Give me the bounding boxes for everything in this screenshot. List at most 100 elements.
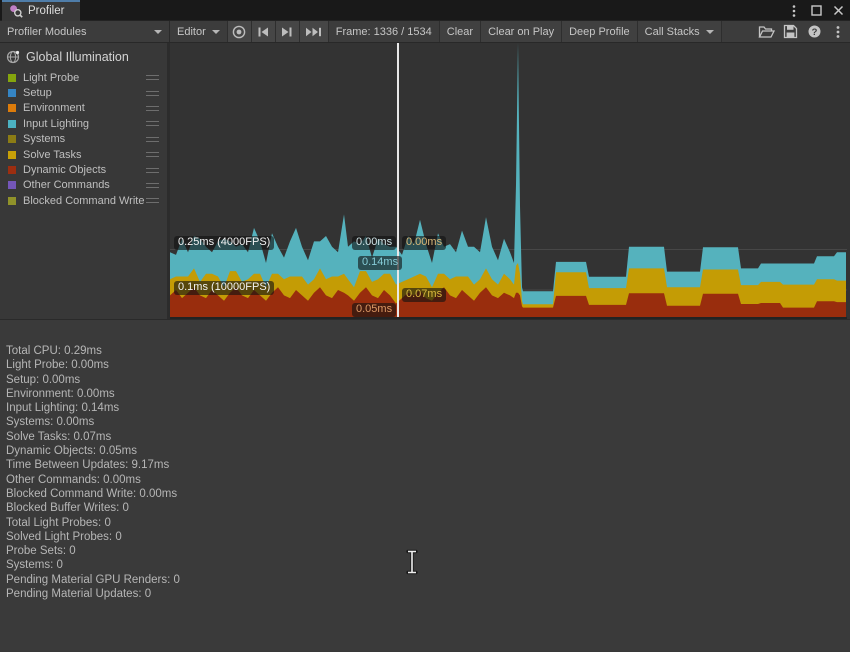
chart-pane: Global Illumination Light Probe Setup En… bbox=[0, 43, 850, 319]
current-frame-icon bbox=[304, 24, 324, 40]
detail-stat-line: Setup: 0.00ms bbox=[6, 373, 850, 387]
help-icon: ? bbox=[807, 24, 822, 39]
series-label: Solve Tasks bbox=[23, 149, 146, 161]
window-menu-button[interactable] bbox=[786, 3, 802, 19]
chevron-down-icon bbox=[706, 30, 714, 34]
drag-handle-icon[interactable] bbox=[146, 75, 159, 80]
detail-stat-line: Input Lighting: 0.14ms bbox=[6, 401, 850, 415]
tab-active-accent bbox=[2, 0, 80, 2]
series-label: Other Commands bbox=[23, 179, 146, 191]
series-label: Input Lighting bbox=[23, 118, 146, 130]
context-menu-button[interactable] bbox=[826, 21, 850, 42]
module-title: Global Illumination bbox=[26, 50, 129, 64]
record-button[interactable] bbox=[228, 21, 252, 42]
detail-stat-line: Time Between Updates: 9.17ms bbox=[6, 458, 850, 472]
detail-stat-line: Solve Tasks: 0.07ms bbox=[6, 430, 850, 444]
chevron-down-icon bbox=[212, 30, 220, 34]
profiler-toolbar: Profiler Modules Editor bbox=[0, 21, 850, 43]
legend-item[interactable]: Setup bbox=[0, 85, 167, 100]
detail-stat-line: Other Commands: 0.00ms bbox=[6, 473, 850, 487]
series-color-chip bbox=[8, 197, 16, 205]
drag-handle-icon[interactable] bbox=[146, 106, 159, 111]
tab-profiler[interactable]: Profiler bbox=[2, 0, 80, 21]
series-label: Blocked Command Write bbox=[23, 195, 146, 207]
legend-item[interactable]: Blocked Command Write bbox=[0, 193, 167, 208]
drag-handle-icon[interactable] bbox=[146, 198, 159, 203]
call-stacks-label: Call Stacks bbox=[645, 26, 700, 38]
series-color-chip bbox=[8, 181, 16, 189]
drag-handle-icon[interactable] bbox=[146, 183, 159, 188]
profiler-modules-label: Profiler Modules bbox=[7, 26, 86, 38]
legend-item[interactable]: Solve Tasks bbox=[0, 147, 167, 162]
save-profile-button[interactable] bbox=[778, 21, 802, 42]
cpu-usage-chart[interactable]: 0.25ms (4000FPS)0.1ms (10000FPS)0.00ms0.… bbox=[170, 43, 850, 319]
next-frame-button[interactable] bbox=[276, 21, 300, 42]
series-color-chip bbox=[8, 151, 16, 159]
detail-stat-line: Blocked Command Write: 0.00ms bbox=[6, 487, 850, 501]
tab-label: Profiler bbox=[28, 5, 64, 17]
record-icon bbox=[231, 24, 247, 40]
series-label: Systems bbox=[23, 133, 146, 145]
detail-stat-line: Blocked Buffer Writes: 0 bbox=[6, 501, 850, 515]
svg-text:?: ? bbox=[811, 27, 817, 38]
detail-stat-line: Light Probe: 0.00ms bbox=[6, 358, 850, 372]
folder-open-icon bbox=[758, 24, 775, 39]
drag-handle-icon[interactable] bbox=[146, 168, 159, 173]
legend-item[interactable]: Light Probe bbox=[0, 70, 167, 85]
close-button[interactable] bbox=[830, 3, 846, 19]
window-titlebar: Profiler bbox=[0, 0, 850, 21]
series-color-chip bbox=[8, 89, 16, 97]
drag-handle-icon[interactable] bbox=[146, 137, 159, 142]
current-frame-button[interactable] bbox=[300, 21, 328, 42]
call-stacks-dropdown[interactable]: Call Stacks bbox=[638, 21, 722, 42]
target-selector-dropdown[interactable]: Editor bbox=[170, 21, 227, 42]
drag-handle-icon[interactable] bbox=[146, 121, 159, 126]
detail-stat-line: Environment: 0.00ms bbox=[6, 387, 850, 401]
global-illumination-icon bbox=[6, 50, 20, 64]
series-label: Light Probe bbox=[23, 72, 146, 84]
maximize-button[interactable] bbox=[808, 3, 824, 19]
detail-stat-line: Solved Light Probes: 0 bbox=[6, 530, 850, 544]
series-color-chip bbox=[8, 74, 16, 82]
detail-stat-line: Total CPU: 0.29ms bbox=[6, 344, 850, 358]
series-label: Environment bbox=[23, 102, 146, 114]
series-label: Dynamic Objects bbox=[23, 164, 146, 176]
detail-stat-line: Systems: 0 bbox=[6, 558, 850, 572]
module-sidebar: Global Illumination Light Probe Setup En… bbox=[0, 43, 170, 319]
save-icon bbox=[783, 24, 798, 39]
deep-profile-label: Deep Profile bbox=[569, 26, 630, 38]
detail-stat-line: Dynamic Objects: 0.05ms bbox=[6, 444, 850, 458]
drag-handle-icon[interactable] bbox=[146, 152, 159, 157]
frame-counter: Frame: 1336 / 1534 bbox=[329, 21, 439, 42]
chevron-down-icon bbox=[154, 30, 162, 34]
profiler-window: Profiler Profiler Modules Editor bbox=[0, 0, 850, 652]
prev-frame-button[interactable] bbox=[252, 21, 276, 42]
help-button[interactable]: ? bbox=[802, 21, 826, 42]
detail-stat-line: Pending Material Updates: 0 bbox=[6, 587, 850, 601]
clear-button[interactable]: Clear bbox=[439, 21, 481, 42]
legend-item[interactable]: Systems bbox=[0, 132, 167, 147]
series-label: Setup bbox=[23, 87, 146, 99]
load-profile-button[interactable] bbox=[754, 21, 778, 42]
legend-list: Light Probe Setup Environment Input Ligh… bbox=[0, 70, 167, 209]
clear-on-play-button[interactable]: Clear on Play bbox=[481, 21, 562, 42]
detail-stat-line: Pending Material GPU Renders: 0 bbox=[6, 573, 850, 587]
profiler-modules-dropdown[interactable]: Profiler Modules bbox=[0, 21, 170, 42]
clear-on-play-label: Clear on Play bbox=[488, 26, 554, 38]
kebab-icon bbox=[836, 25, 840, 39]
series-color-chip bbox=[8, 166, 16, 174]
detail-stat-line: Total Light Probes: 0 bbox=[6, 516, 850, 530]
legend-item[interactable]: Environment bbox=[0, 101, 167, 116]
series-color-chip bbox=[8, 135, 16, 143]
legend-item[interactable]: Other Commands bbox=[0, 178, 167, 193]
target-selector-label: Editor bbox=[177, 26, 206, 38]
prev-frame-icon bbox=[255, 24, 271, 40]
module-header[interactable]: Global Illumination bbox=[0, 48, 167, 70]
drag-handle-icon[interactable] bbox=[146, 91, 159, 96]
detail-stat-line: Systems: 0.00ms bbox=[6, 415, 850, 429]
legend-item[interactable]: Input Lighting bbox=[0, 116, 167, 131]
legend-item[interactable]: Dynamic Objects bbox=[0, 162, 167, 177]
profiler-icon bbox=[9, 4, 23, 18]
deep-profile-button[interactable]: Deep Profile bbox=[562, 21, 638, 42]
details-panel: Total CPU: 0.29msLight Probe: 0.00msSetu… bbox=[0, 319, 850, 651]
